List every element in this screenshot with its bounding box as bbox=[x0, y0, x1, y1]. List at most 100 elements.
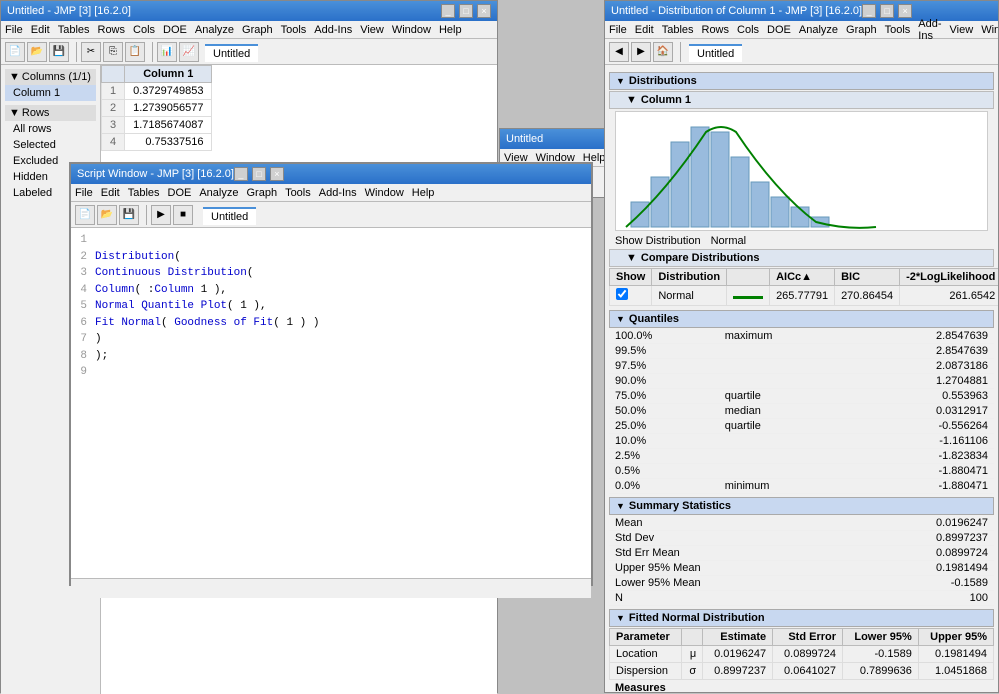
columns-header[interactable]: ▼ Columns (1/1) bbox=[5, 69, 96, 85]
line-code[interactable]: Column( :Column 1 ), bbox=[95, 282, 227, 299]
dist-back[interactable]: ◀ bbox=[609, 42, 629, 62]
rows-header[interactable]: ▼ Rows bbox=[5, 105, 96, 121]
menu-help[interactable]: Help bbox=[439, 24, 462, 36]
compare-dist-header[interactable]: ▼ Compare Distributions bbox=[609, 249, 994, 267]
menu-rows[interactable]: Rows bbox=[98, 24, 126, 36]
sm-graph[interactable]: Graph bbox=[246, 187, 277, 199]
dist-minimize[interactable]: _ bbox=[862, 4, 876, 18]
dm-addins[interactable]: Add-Ins bbox=[918, 18, 941, 42]
dm-cols[interactable]: Cols bbox=[737, 24, 759, 36]
sm-file[interactable]: File bbox=[75, 187, 93, 199]
script-toolbar: 📄 📂 💾 ▶ ■ Untitled bbox=[71, 202, 591, 228]
column1-item[interactable]: Column 1 bbox=[5, 85, 96, 101]
menu-edit[interactable]: Edit bbox=[31, 24, 50, 36]
line-number: 4 bbox=[75, 282, 95, 299]
sm-tables[interactable]: Tables bbox=[128, 187, 160, 199]
sm-analyze[interactable]: Analyze bbox=[199, 187, 238, 199]
script-save[interactable]: 💾 bbox=[119, 205, 139, 225]
script-open[interactable]: 📂 bbox=[97, 205, 117, 225]
distributions-header[interactable]: ▼ Distributions bbox=[609, 72, 994, 90]
dm-edit[interactable]: Edit bbox=[635, 24, 654, 36]
normal-checkbox[interactable] bbox=[616, 288, 628, 300]
graph-button[interactable]: 📈 bbox=[179, 42, 199, 62]
script-untitled-label[interactable]: Untitled bbox=[203, 207, 256, 225]
line-code[interactable]: Normal Quantile Plot( 1 ), bbox=[95, 298, 267, 315]
line-code[interactable]: Distribution( bbox=[95, 249, 181, 266]
sm-edit[interactable]: Edit bbox=[101, 187, 120, 199]
line-code[interactable]: Continuous Distribution( bbox=[95, 265, 253, 282]
script-run[interactable]: ▶ bbox=[151, 205, 171, 225]
cut-button[interactable]: ✂ bbox=[81, 42, 101, 62]
quantile-pct: 0.0% bbox=[609, 479, 719, 494]
untitled-tab-label[interactable]: Untitled bbox=[205, 44, 258, 62]
quantiles-header[interactable]: ▼ Quantiles bbox=[609, 310, 994, 328]
menu-addins[interactable]: Add-Ins bbox=[314, 24, 352, 36]
menu-cols[interactable]: Cols bbox=[133, 24, 155, 36]
line-code[interactable]: ) bbox=[95, 331, 102, 348]
script-minimize[interactable]: _ bbox=[234, 167, 248, 181]
paste-button[interactable]: 📋 bbox=[125, 42, 145, 62]
quantile-row: 100.0% maximum 2.8547639 bbox=[609, 329, 994, 344]
sm-window[interactable]: Window bbox=[365, 187, 404, 199]
column1-header[interactable]: Column 1 bbox=[125, 66, 212, 83]
main-window-controls[interactable]: _ □ × bbox=[441, 4, 491, 18]
column1-dist-header[interactable]: ▼ Column 1 bbox=[609, 91, 994, 109]
script-window-controls[interactable]: _ □ × bbox=[234, 167, 284, 181]
stat-label: Lower 95% Mean bbox=[609, 576, 842, 591]
tab-untitled[interactable]: Untitled bbox=[205, 42, 258, 62]
dist-forward[interactable]: ▶ bbox=[631, 42, 651, 62]
new-button[interactable]: 📄 bbox=[5, 42, 25, 62]
script-editor[interactable]: 1 2 Distribution(3 Continuous Distributi… bbox=[71, 228, 591, 578]
dist-home[interactable]: 🏠 bbox=[653, 42, 673, 62]
quantile-val: 0.0312917 bbox=[852, 404, 994, 419]
rows-triangle: ▼ bbox=[9, 107, 20, 119]
maximize-button[interactable]: □ bbox=[459, 4, 473, 18]
dm-tools[interactable]: Tools bbox=[885, 24, 911, 36]
selected-item[interactable]: Selected bbox=[5, 137, 96, 153]
menu-doe[interactable]: DOE bbox=[163, 24, 187, 36]
close-button[interactable]: × bbox=[477, 4, 491, 18]
sm-addins[interactable]: Add-Ins bbox=[319, 187, 357, 199]
dm-doe[interactable]: DOE bbox=[767, 24, 791, 36]
menu-view[interactable]: View bbox=[360, 24, 384, 36]
menu-tools[interactable]: Tools bbox=[281, 24, 307, 36]
dm-analyze[interactable]: Analyze bbox=[799, 24, 838, 36]
line-code[interactable]: Fit Normal( Goodness of Fit( 1 ) ) bbox=[95, 315, 319, 332]
sm-tools[interactable]: Tools bbox=[285, 187, 311, 199]
dm-file[interactable]: File bbox=[609, 24, 627, 36]
menu-tables[interactable]: Tables bbox=[58, 24, 90, 36]
line-code[interactable] bbox=[95, 364, 102, 381]
dm-view[interactable]: View bbox=[950, 24, 974, 36]
menu-file[interactable]: File bbox=[5, 24, 23, 36]
line-code[interactable]: ); bbox=[95, 348, 108, 365]
dist-untitled-tab[interactable]: Untitled bbox=[689, 44, 742, 62]
save-button[interactable]: 💾 bbox=[49, 42, 69, 62]
dm-rows[interactable]: Rows bbox=[702, 24, 730, 36]
script-close[interactable]: × bbox=[270, 167, 284, 181]
line-code[interactable] bbox=[95, 232, 102, 249]
fitted-normal-header[interactable]: ▼ Fitted Normal Distribution bbox=[609, 609, 994, 627]
open-button[interactable]: 📂 bbox=[27, 42, 47, 62]
dm-window[interactable]: Window bbox=[981, 24, 999, 36]
menu-window[interactable]: Window bbox=[392, 24, 431, 36]
sm-help[interactable]: Help bbox=[412, 187, 435, 199]
all-rows-item[interactable]: All rows bbox=[5, 121, 96, 137]
analyze-button[interactable]: 📊 bbox=[157, 42, 177, 62]
summary-stats-label: Summary Statistics bbox=[629, 500, 731, 512]
minimize-button[interactable]: _ bbox=[441, 4, 455, 18]
menu-analyze[interactable]: Analyze bbox=[195, 24, 234, 36]
script-new[interactable]: 📄 bbox=[75, 205, 95, 225]
dist-close[interactable]: × bbox=[898, 4, 912, 18]
normal-checkbox-cell[interactable] bbox=[610, 286, 652, 306]
script-maximize[interactable]: □ bbox=[252, 167, 266, 181]
quantile-row: 2.5% -1.823834 bbox=[609, 449, 994, 464]
sm-doe[interactable]: DOE bbox=[168, 187, 192, 199]
copy-button[interactable]: ⎘ bbox=[103, 42, 123, 62]
dist-window-controls[interactable]: _ □ × bbox=[862, 4, 912, 18]
script-stop[interactable]: ■ bbox=[173, 205, 193, 225]
menu-graph[interactable]: Graph bbox=[242, 24, 273, 36]
dist-maximize[interactable]: □ bbox=[880, 4, 894, 18]
dm-graph[interactable]: Graph bbox=[846, 24, 877, 36]
dm-tables[interactable]: Tables bbox=[662, 24, 694, 36]
summary-stats-header[interactable]: ▼ Summary Statistics bbox=[609, 497, 994, 515]
